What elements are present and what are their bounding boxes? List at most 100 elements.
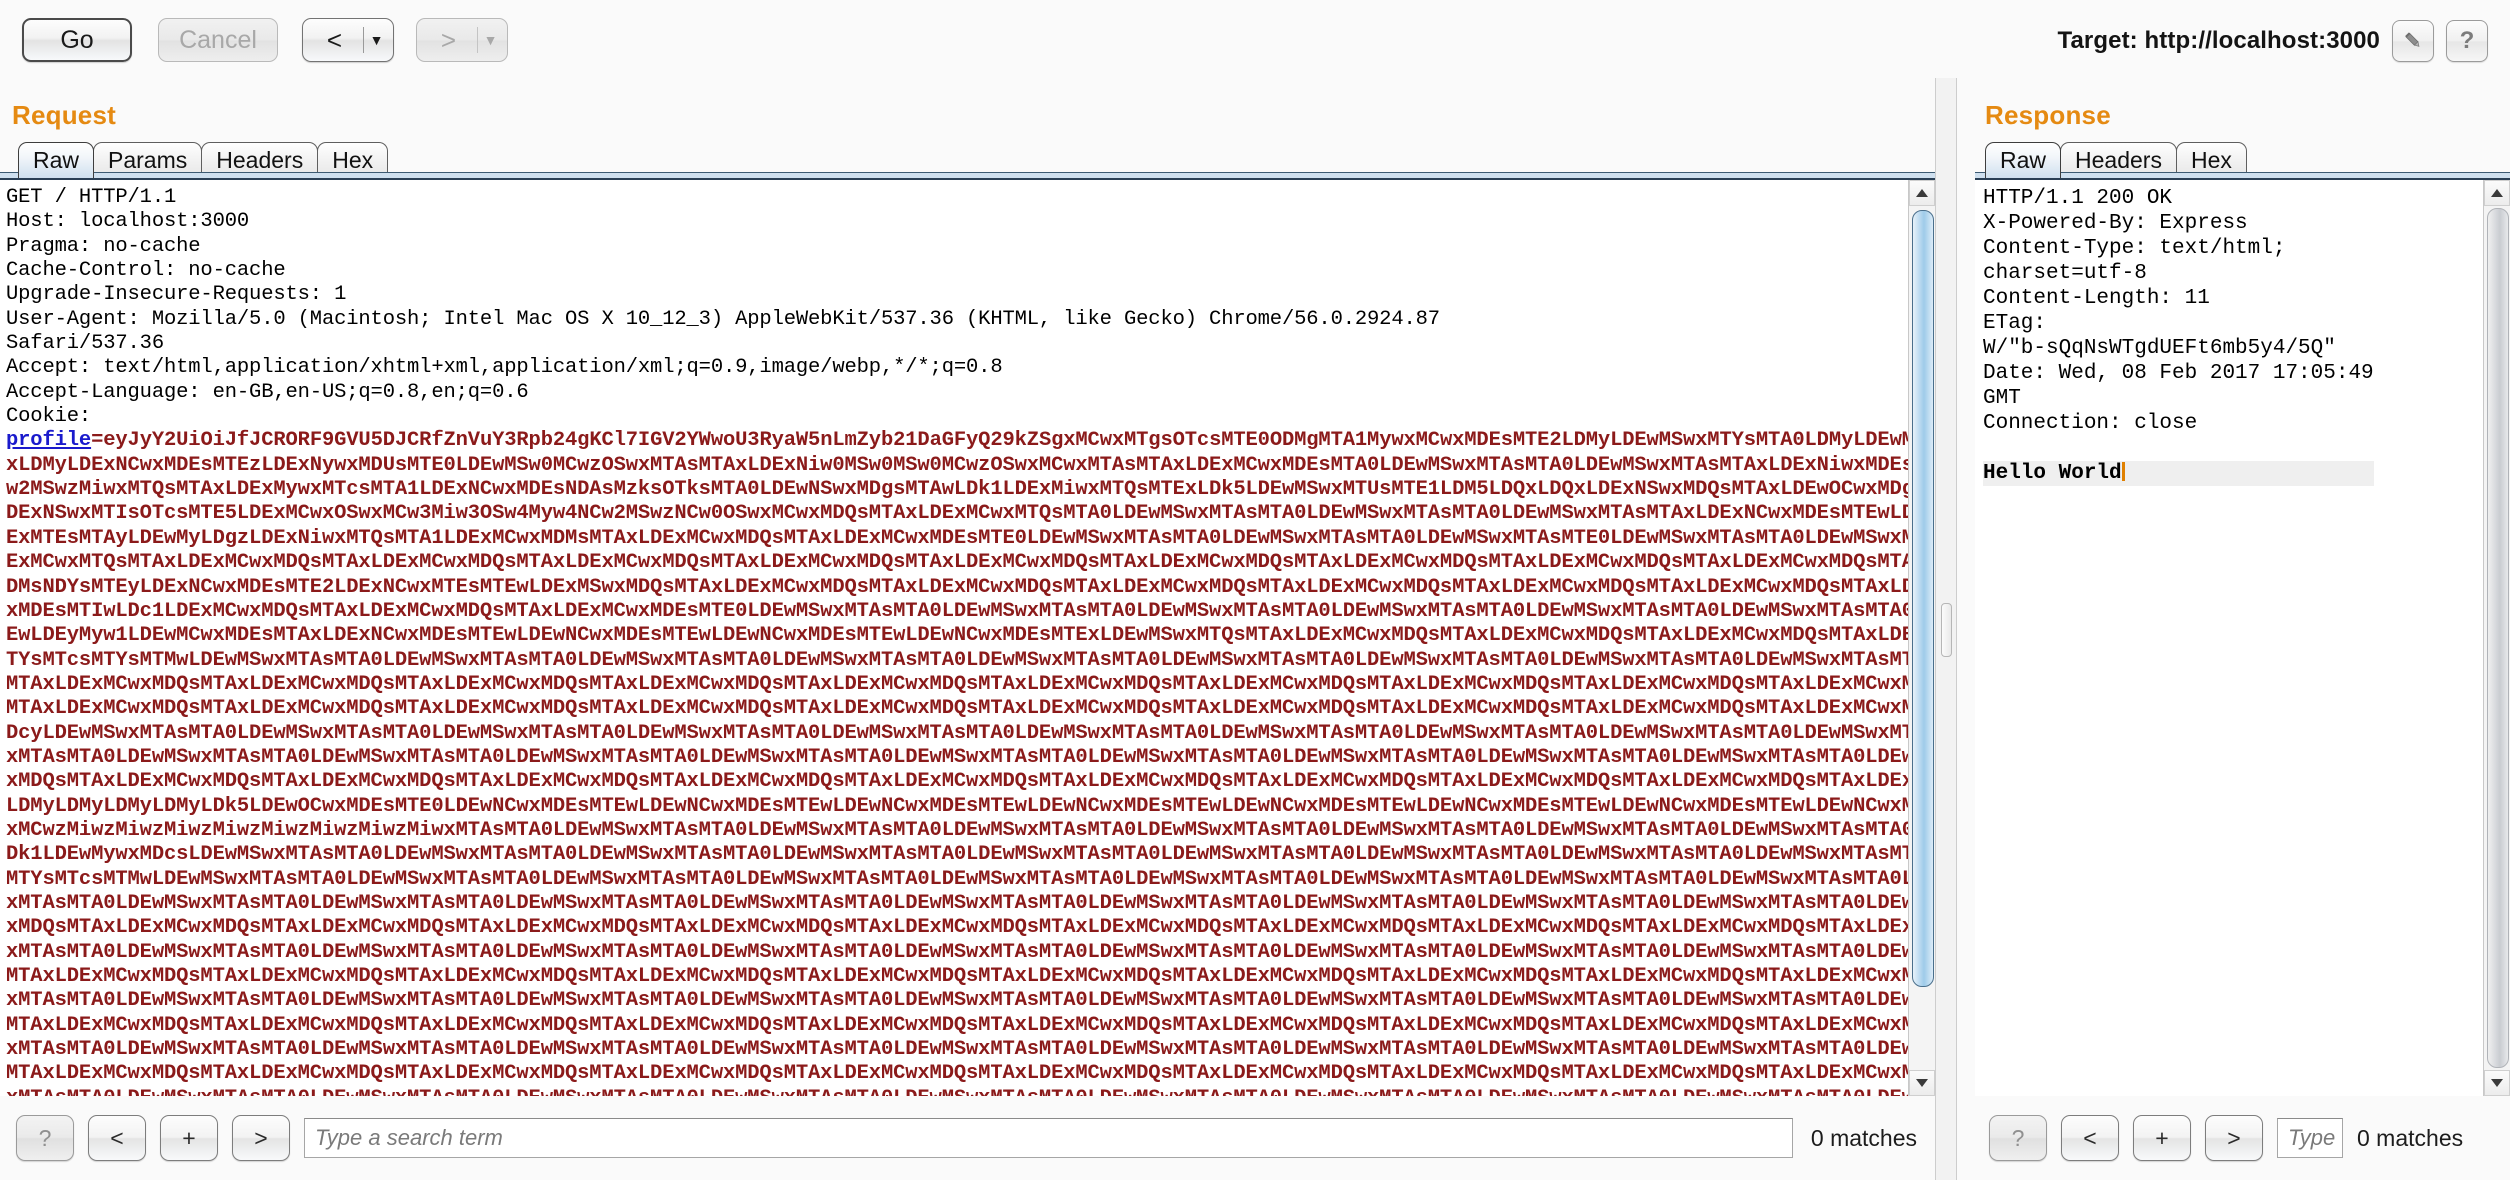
request-search-input[interactable]: Type a search term [304,1118,1793,1158]
response-header-line: HTTP/1.1 200 OK [1983,187,2173,210]
request-search-add-button[interactable]: + [160,1115,218,1161]
tab-label: Raw [2000,147,2047,173]
cookie-line: xMTAsMTA0LDEwMSwxMTAsMTA0LDEwMSwxMTAsMTA… [6,745,1935,769]
request-vertical-scrollbar[interactable] [1908,180,1935,1096]
response-header-line: Content-Type: text/html; [1983,237,2286,260]
request-text-region[interactable]: GET / HTTP/1.1 Host: localhost:3000 Pragma… [0,178,1935,1096]
response-header-line: charset=utf-8 [1983,262,2147,285]
chevron-right-icon: > [2227,1124,2241,1151]
cookie-line: xMTAsMTA0LDEwMSwxMTAsMTA0LDEwMSwxMTAsMTA… [6,1087,1935,1096]
response-header-line: ETag: [1983,312,2047,335]
cancel-button-label: Cancel [179,25,257,54]
splitter-grip[interactable] [1941,603,1952,657]
button-divider [362,27,364,53]
tab-response-raw[interactable]: Raw [1985,142,2062,178]
cookie-line: MTAxLDExMCwxMDQsMTAxLDExMCwxMDQsMTAxLDEx… [6,1013,1935,1037]
panel-splitter[interactable] [1935,78,1957,1180]
request-search-help-button[interactable]: ? [16,1115,74,1161]
cookie-line: MTAxLDExMCwxMDQsMTAxLDExMCwxMDQsMTAxLDEx… [6,672,1935,696]
cookie-equals: = [91,429,104,453]
chevron-down-icon[interactable]: ▼ [368,32,386,48]
cookie-line: xMTAsMTA0LDEwMSwxMTAsMTA0LDEwMSwxMTAsMTA… [6,891,1935,915]
cookie-line: xMTAsMTA0LDEwMSwxMTAsMTA0LDEwMSwxMTAsMTA… [6,940,1935,964]
response-header-line: GMT [1983,387,2021,410]
cookie-line: xMTAsMTA0LDEwMSwxMTAsMTA0LDEwMSwxMTAsMTA… [6,989,1935,1013]
request-header-line: Cache-Control: no-cache [6,259,286,283]
cookie-value: eyJyY2UiOiJfJCRORF9GVU5DJCRfZnVuY3Rpb24g… [103,429,1935,453]
chevron-down-icon[interactable]: ▼ [482,32,500,48]
response-body-line: Hello World [1983,461,2374,486]
response-search-add-button[interactable]: + [2133,1115,2191,1161]
top-toolbar: Go Cancel < ▼ > ▼ Target: http://localho… [0,0,2510,78]
plus-icon: + [182,1124,196,1151]
response-search-help-button[interactable]: ? [1989,1115,2047,1161]
next-request-button[interactable]: > ▼ [416,18,508,62]
request-header-line: Safari/537.36 [6,332,164,356]
tab-label: Headers [216,147,304,173]
request-search-bar: ? < + > Type a search term 0 matches [0,1096,1935,1180]
cookie-line: EwLDEyMyw1LDEwMCwxMDEsMTAxLDExNCwxMDEsMT… [6,624,1935,648]
pencil-icon [2402,30,2424,52]
request-header-line: Accept-Language: en-GB,en-US;q=0.8,en;q=… [6,380,529,404]
response-text-region[interactable]: HTTP/1.1 200 OK X-Powered-By: Express Cont… [1975,178,2510,1096]
text-cursor [2121,462,2125,481]
cancel-button[interactable]: Cancel [158,18,278,62]
response-header-line: X-Powered-By: Express [1983,212,2248,235]
response-search-next-button[interactable]: > [2205,1115,2263,1161]
cookie-line: profile=eyJyY2UiOiJfJCRORF9GVU5DJCRfZnVu… [6,429,1935,453]
request-header-line: GET / HTTP/1.1 [6,186,177,209]
scrollbar-thumb[interactable] [2487,208,2509,1068]
cookie-line: Dk1LDEwMywxMDcsLDEwMSwxMTAsMTA0LDEwMSwxM… [6,843,1935,867]
response-header-line: Content-Length: 11 [1983,287,2210,310]
response-raw-text[interactable]: HTTP/1.1 200 OK X-Powered-By: Express Cont… [1983,186,2374,486]
question-mark-icon: ? [2011,1124,2025,1151]
request-search-next-button[interactable]: > [232,1115,290,1161]
request-header-line: User-Agent: Mozilla/5.0 (Macintosh; Inte… [6,307,1440,331]
tab-label: Raw [33,147,80,173]
request-match-count: 0 matches [1810,1124,1917,1151]
request-header-line: Cookie: [6,405,92,429]
cookie-line: TYsMTcsMTYsMTMwLDEwMSwxMTAsMTA0LDEwMSwxM… [6,648,1935,672]
scroll-up-arrow[interactable] [2484,180,2510,206]
burp-repeater-window: Go Cancel < ▼ > ▼ Target: http://localho… [0,0,2510,1180]
request-header-line: Accept: text/html,application/xhtml+xml,… [6,356,1003,380]
question-mark-icon: ? [38,1124,52,1151]
request-header-line: Upgrade-Insecure-Requests: 1 [6,283,347,307]
request-panel: Request Raw Params Headers Hex GET / HTT… [0,78,1935,1180]
tab-label: Hex [332,147,374,173]
scroll-down-arrow[interactable] [1909,1070,1935,1096]
cookie-line: xMTAsMTA0LDEwMSwxMTAsMTA0LDEwMSwxMTAsMTA… [6,1038,1935,1062]
request-raw-text[interactable]: GET / HTTP/1.1 Host: localhost:3000 Pragma… [6,186,1935,1096]
scrollbar-thumb[interactable] [1912,210,1934,987]
cookie-line: MTYsMTcsMTMwLDEwMSwxMTAsMTA0LDEwMSwxMTAs… [6,867,1935,891]
cookie-line: DMsNDYsMTEyLDExNCwxMDEsMTE2LDExNCwxMTEsM… [6,575,1935,599]
cookie-line: w2MSwzMiwxMTQsMTAxLDExMywxMTcsMTA1LDExNC… [6,478,1935,502]
previous-request-button[interactable]: < ▼ [302,18,394,62]
cookie-line: MTAxLDExMCwxMDQsMTAxLDExMCwxMDQsMTAxLDEx… [6,697,1935,721]
request-panel-title: Request [12,100,116,130]
cookie-line: xMDQsMTAxLDExMCwxMDQsMTAxLDExMCwxMDQsMTA… [6,770,1935,794]
request-search-prev-button[interactable]: < [88,1115,146,1161]
response-header-line: Date: Wed, 08 Feb 2017 17:05:49 [1983,362,2374,385]
tab-request-raw[interactable]: Raw [18,142,95,178]
response-header-line: Connection: close [1983,412,2198,435]
response-search-input[interactable]: Type [2277,1118,2343,1158]
cookie-line: xMDQsMTAxLDExMCwxMDQsMTAxLDExMCwxMDQsMTA… [6,916,1935,940]
response-search-bar: ? < + > Type 0 matches [1975,1096,2510,1180]
scroll-down-arrow[interactable] [2484,1070,2510,1096]
response-header-line: W/"b-sQqNsWTgdUEFt6mb5y4/5Q" [1983,337,2336,360]
response-vertical-scrollbar[interactable] [2483,180,2510,1096]
cookie-line: xMDEsMTIwLDc1LDExMCwxMDQsMTAxLDExMCwxMDQ… [6,599,1935,623]
go-button-label: Go [60,25,94,54]
chevron-right-icon: > [254,1124,268,1151]
response-panel-title: Response [1985,100,2111,130]
go-button[interactable]: Go [22,18,132,62]
cookie-line: LDMyLDMyLDMyLDMyLDk5LDEwOCwxMDEsMTE0LDEw… [6,794,1935,818]
cookie-line: ExMTEsMTAyLDEwMyLDgzLDExNiwxMTQsMTA1LDEx… [6,526,1935,550]
chevron-right-icon: > [440,25,457,55]
help-button[interactable]: ? [2446,20,2488,62]
edit-target-button[interactable] [2392,20,2434,62]
response-search-prev-button[interactable]: < [2061,1115,2119,1161]
scroll-up-arrow[interactable] [1909,180,1935,206]
